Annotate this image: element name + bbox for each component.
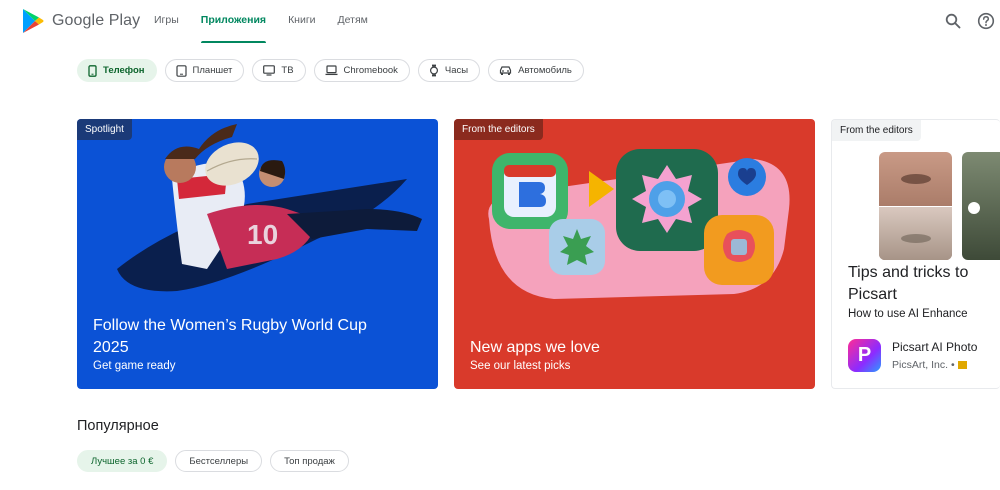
tv-icon [263, 65, 276, 76]
chip-label: Телефон [103, 65, 145, 76]
card-subtitle: See our latest picks [470, 360, 571, 372]
chip-label: ТВ [281, 65, 294, 76]
nav-kids[interactable]: Детям [338, 0, 368, 42]
chip-phone[interactable]: Телефон [77, 59, 157, 82]
app-icons-illustration [488, 149, 790, 299]
picsart-logo-icon: P [857, 344, 872, 366]
rugby-player-illustration: 10 [117, 124, 422, 292]
nav-apps[interactable]: Приложения [200, 0, 267, 43]
chip-tablet[interactable]: Планшет [164, 59, 245, 82]
chip-label: Автомобиль [518, 65, 572, 76]
nav-books[interactable]: Книги [288, 0, 315, 42]
watch-icon [429, 64, 438, 77]
card-subtitle: Get game ready [93, 360, 176, 372]
top-app-bar: Google Play Игры Приложения Книги Детям [0, 0, 1000, 43]
editors-card-picsart[interactable]: From the editors Tips and tricks to Pics… [831, 119, 1000, 389]
card-title-line1: Follow the Women’s Rugby World Cup [93, 317, 367, 334]
before-photo [879, 152, 952, 260]
chip-watch[interactable]: Часы [417, 59, 481, 82]
card-title-line2: 2025 [93, 339, 129, 356]
main-nav: Игры Приложения Книги Детям [154, 0, 390, 43]
section-title-popular: Популярное [77, 418, 159, 434]
chip-chromebook[interactable]: Chromebook [313, 59, 410, 82]
filter-best-free[interactable]: Лучшее за 0 € [77, 450, 168, 472]
chip-tv[interactable]: ТВ [252, 59, 306, 82]
chip-label: Chromebook [343, 65, 398, 76]
editors-card-new-apps[interactable]: From the editors New apps we love See ou… [454, 119, 815, 389]
app-icon: P [848, 339, 881, 372]
editors-choice-icon [957, 361, 967, 370]
card-tag: From the editors [454, 119, 543, 140]
search-icon[interactable] [944, 12, 962, 30]
tablet-icon [175, 64, 187, 77]
help-icon[interactable] [977, 12, 995, 30]
svg-text:10: 10 [247, 219, 278, 250]
phone-icon [88, 64, 97, 77]
popular-filter-chips: Лучшее за 0 € Бестселлеры Топ продаж [77, 450, 357, 472]
card-title-line1: Tips and tricks to [848, 264, 969, 281]
filter-top-sales[interactable]: Топ продаж [270, 450, 349, 472]
card-title: New apps we love [470, 339, 600, 356]
play-logo-icon [23, 9, 44, 33]
filter-bestsellers[interactable]: Бестселлеры [175, 450, 263, 472]
after-photo [962, 152, 1000, 260]
separator-dot-icon: • [950, 359, 958, 371]
card-tag: Spotlight [77, 119, 132, 140]
nav-games[interactable]: Игры [154, 0, 179, 42]
card-tag: From the editors [832, 120, 921, 141]
laptop-icon [325, 65, 338, 76]
car-icon [500, 66, 512, 75]
card-subtitle: How to use AI Enhance [848, 308, 968, 320]
spotlight-card[interactable]: 10 Spotlight Follow the Women’s Rugby Wo… [77, 119, 438, 389]
app-name: Picsart AI Photo [892, 340, 978, 354]
device-filter-chips: Телефон Планшет ТВ Chromebook Часы Автом… [77, 59, 592, 82]
chip-label: Планшет [192, 65, 233, 76]
chip-label: Часы [444, 65, 469, 76]
brand-name: Google Play [52, 12, 141, 29]
app-developer: PicsArt, Inc. • [892, 359, 967, 371]
google-play-logo[interactable]: Google Play [22, 8, 140, 34]
card-title-line2: Picsart [848, 286, 897, 303]
chip-car[interactable]: Автомобиль [488, 59, 584, 82]
